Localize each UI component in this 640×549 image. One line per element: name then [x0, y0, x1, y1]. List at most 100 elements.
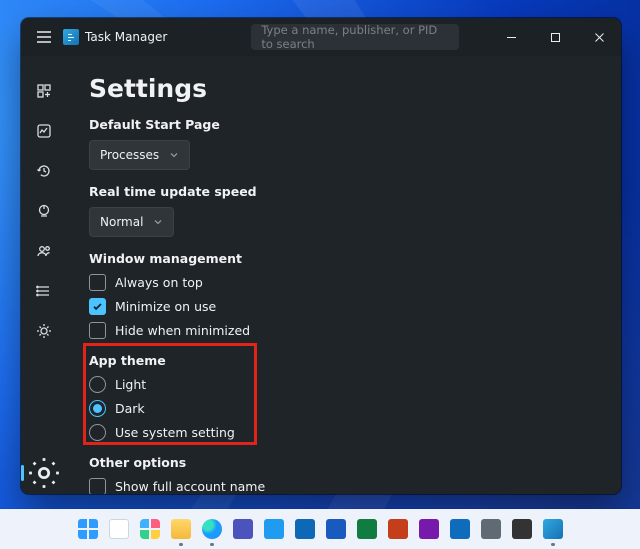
start-icon [78, 519, 98, 539]
checkbox-icon [89, 478, 106, 494]
checkbox-label: Show full account name [115, 479, 265, 494]
taskbar-onenote[interactable] [416, 516, 442, 542]
sidebar-item-performance[interactable] [27, 116, 61, 146]
taskbar-terminal[interactable] [509, 516, 535, 542]
heading-default-start-page: Default Start Page [89, 117, 599, 132]
word-icon [326, 519, 346, 539]
settings-icon [481, 519, 501, 539]
search-placeholder: Type a name, publisher, or PID to search [261, 23, 449, 51]
gear-icon [27, 456, 61, 490]
checkbox-icon [89, 322, 106, 339]
store-icon [295, 519, 315, 539]
taskbar-settings[interactable] [478, 516, 504, 542]
task-manager-window: Task Manager Type a name, publisher, or … [21, 18, 621, 494]
hamburger-menu-button[interactable] [27, 21, 61, 53]
minimize-button[interactable] [489, 18, 533, 56]
desktop: Task Manager Type a name, publisher, or … [0, 0, 640, 549]
taskbar-task-manager[interactable] [540, 516, 566, 542]
close-button[interactable] [577, 18, 621, 56]
users-icon [36, 243, 52, 259]
radio-dark[interactable]: Dark [89, 400, 599, 417]
close-icon [594, 32, 605, 43]
task-manager-icon [63, 29, 79, 45]
checkbox-label: Minimize on use [115, 299, 216, 314]
heading-update-speed: Real time update speed [89, 184, 599, 199]
maximize-button[interactable] [533, 18, 577, 56]
hamburger-icon [37, 31, 51, 43]
search-input[interactable]: Type a name, publisher, or PID to search [251, 24, 459, 50]
taskbar-search[interactable] [106, 516, 132, 542]
search-icon [109, 519, 129, 539]
nav-sidebar [21, 56, 67, 494]
heading-app-theme: App theme [89, 353, 599, 368]
default-start-page-select[interactable]: Processes [89, 140, 190, 170]
taskbar-outlook[interactable] [447, 516, 473, 542]
processes-icon [36, 83, 52, 99]
update-speed-select[interactable]: Normal [89, 207, 174, 237]
radio-icon [89, 400, 106, 417]
radio-icon [89, 376, 106, 393]
taskbar-vscode[interactable] [261, 516, 287, 542]
taskbar-start[interactable] [75, 516, 101, 542]
sidebar-item-app-history[interactable] [27, 156, 61, 186]
radio-label: Light [115, 377, 146, 392]
sidebar-item-services[interactable] [27, 316, 61, 346]
chevron-down-icon [169, 150, 179, 160]
checkbox-icon [89, 298, 106, 315]
taskbar-word[interactable] [323, 516, 349, 542]
startup-icon [36, 203, 52, 219]
titlebar[interactable]: Task Manager Type a name, publisher, or … [21, 18, 621, 56]
radio-light[interactable]: Light [89, 376, 599, 393]
task-manager-icon [543, 519, 563, 539]
app-theme-options: Light Dark Use system setting [89, 376, 599, 441]
check-icon [92, 301, 103, 312]
taskbar-powerpoint[interactable] [385, 516, 411, 542]
powerpoint-icon [388, 519, 408, 539]
settings-content: Settings Default Start Page Processes Re… [67, 56, 621, 494]
checkbox-always-on-top[interactable]: Always on top [89, 274, 599, 291]
radio-use-system-setting[interactable]: Use system setting [89, 424, 599, 441]
radio-icon [89, 424, 106, 441]
sidebar-item-startup-apps[interactable] [27, 196, 61, 226]
edge-icon [202, 519, 222, 539]
details-icon [36, 283, 52, 299]
taskbar-file-explorer[interactable] [168, 516, 194, 542]
update-speed-value: Normal [100, 215, 143, 229]
services-icon [36, 323, 52, 339]
maximize-icon [550, 32, 561, 43]
sidebar-item-settings[interactable] [27, 458, 61, 488]
sidebar-item-details[interactable] [27, 276, 61, 306]
taskbar-store[interactable] [292, 516, 318, 542]
vscode-icon [264, 519, 284, 539]
checkbox-show-full-account-name[interactable]: Show full account name [89, 478, 599, 494]
heading-other-options: Other options [89, 455, 599, 470]
default-start-page-value: Processes [100, 148, 159, 162]
window-controls [489, 18, 621, 56]
teams-icon [233, 519, 253, 539]
onenote-icon [419, 519, 439, 539]
checkbox-minimize-on-use[interactable]: Minimize on use [89, 298, 599, 315]
history-icon [36, 163, 52, 179]
checkbox-hide-when-minimized[interactable]: Hide when minimized [89, 322, 599, 339]
taskbar-teams[interactable] [230, 516, 256, 542]
sidebar-item-users[interactable] [27, 236, 61, 266]
excel-icon [357, 519, 377, 539]
taskbar-edge[interactable] [199, 516, 225, 542]
taskbar[interactable] [0, 509, 640, 549]
other-options-list: Show full account name Show history for … [89, 478, 599, 494]
taskbar-widgets[interactable] [137, 516, 163, 542]
checkbox-icon [89, 274, 106, 291]
window-management-options: Always on top Minimize on use Hide when … [89, 274, 599, 339]
page-title: Settings [89, 74, 599, 103]
app-title: Task Manager [85, 30, 167, 44]
chevron-down-icon [153, 217, 163, 227]
terminal-icon [512, 519, 532, 539]
heading-window-management: Window management [89, 251, 599, 266]
radio-label: Dark [115, 401, 145, 416]
checkbox-label: Hide when minimized [115, 323, 250, 338]
taskbar-excel[interactable] [354, 516, 380, 542]
outlook-icon [450, 519, 470, 539]
radio-label: Use system setting [115, 425, 235, 440]
checkbox-label: Always on top [115, 275, 203, 290]
sidebar-item-processes[interactable] [27, 76, 61, 106]
